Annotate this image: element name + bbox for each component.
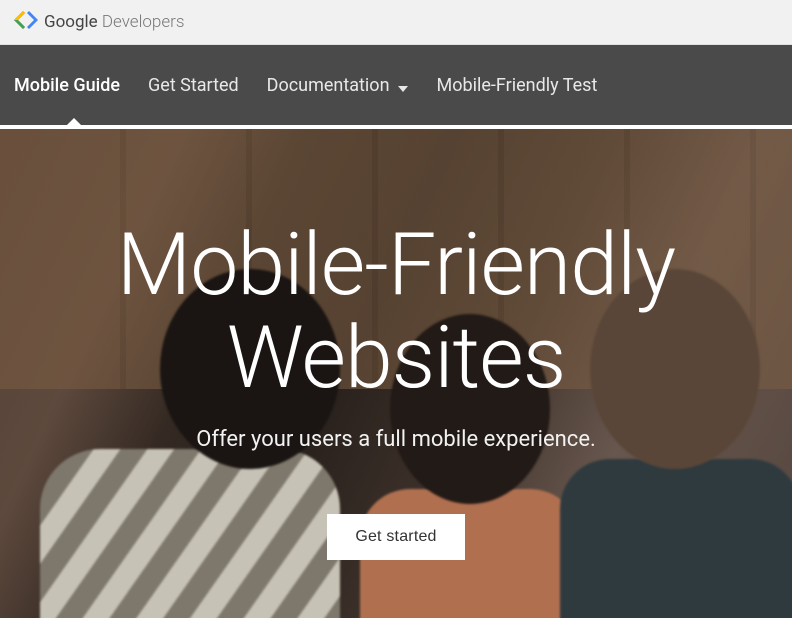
hero-bg-shape: [40, 449, 340, 618]
logo-text: Google Developers: [44, 12, 184, 32]
nav-item-label: Mobile Guide: [14, 75, 120, 96]
nav-item-label: Get Started: [148, 75, 239, 96]
hero-subtitle: Offer your users a full mobile experienc…: [196, 427, 596, 452]
google-developers-logo[interactable]: Google Developers: [14, 11, 184, 33]
google-developers-logo-icon: [14, 11, 38, 33]
top-bar: Google Developers: [0, 0, 792, 45]
hero-title: Mobile-Friendly Websites: [117, 219, 675, 405]
primary-nav: Mobile Guide Get Started Documentation M…: [0, 45, 792, 125]
hero-bg-shape: [560, 459, 792, 618]
chevron-down-icon: [397, 79, 409, 91]
nav-documentation[interactable]: Documentation: [253, 45, 423, 125]
nav-get-started[interactable]: Get Started: [134, 45, 253, 125]
get-started-button[interactable]: Get started: [327, 514, 464, 560]
nav-item-label: Mobile-Friendly Test: [437, 75, 598, 96]
nav-mobile-friendly-test[interactable]: Mobile-Friendly Test: [423, 45, 612, 125]
hero-section: Mobile-Friendly Websites Offer your user…: [0, 129, 792, 618]
nav-mobile-guide[interactable]: Mobile Guide: [14, 45, 134, 125]
nav-item-label: Documentation: [267, 75, 390, 96]
